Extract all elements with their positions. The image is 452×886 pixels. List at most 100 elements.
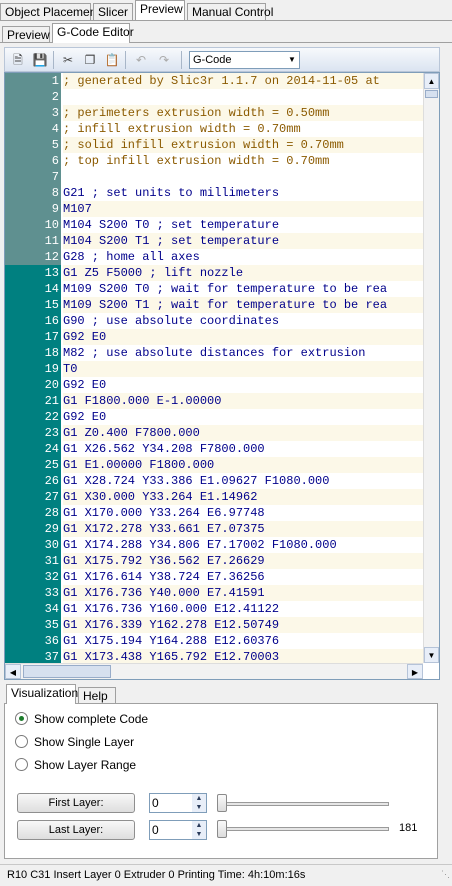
- code-text[interactable]: ; infill extrusion width = 0.70mm: [63, 121, 423, 137]
- code-line[interactable]: 29 G1 X172.278 Y33.661 E7.07375: [5, 521, 423, 537]
- cut-icon[interactable]: ✂: [60, 52, 76, 68]
- code-text[interactable]: G1 X176.614 Y38.724 E7.36256: [63, 569, 423, 585]
- tab-help[interactable]: Help: [78, 687, 116, 704]
- undo-icon[interactable]: ↶: [133, 52, 149, 68]
- last-layer-slider-thumb[interactable]: [217, 820, 227, 838]
- code-text[interactable]: G1 F1800.000 E-1.00000: [63, 393, 423, 409]
- code-line[interactable]: 21 G1 F1800.000 E-1.00000: [5, 393, 423, 409]
- code-line[interactable]: 13 G1 Z5 F5000 ; lift nozzle: [5, 265, 423, 281]
- code-line[interactable]: 28 G1 X170.000 Y33.264 E6.97748: [5, 505, 423, 521]
- code-line[interactable]: 17 G92 E0: [5, 329, 423, 345]
- first-layer-slider-track[interactable]: [219, 802, 389, 806]
- code-text[interactable]: M107: [63, 201, 423, 217]
- code-text[interactable]: G92 E0: [63, 409, 423, 425]
- code-line[interactable]: 2: [5, 89, 423, 105]
- code-line[interactable]: 35 G1 X176.339 Y162.278 E12.50749: [5, 617, 423, 633]
- code-line[interactable]: 12 G28 ; home all axes: [5, 249, 423, 265]
- code-line[interactable]: 30 G1 X174.288 Y34.806 E7.17002 F1080.000: [5, 537, 423, 553]
- code-text[interactable]: G1 X172.278 Y33.661 E7.07375: [63, 521, 423, 537]
- code-line[interactable]: 8 G21 ; set units to millimeters: [5, 185, 423, 201]
- code-line[interactable]: 33 G1 X176.736 Y40.000 E7.41591: [5, 585, 423, 601]
- spin-up-icon[interactable]: ▲: [192, 821, 206, 830]
- code-text[interactable]: G92 E0: [63, 377, 423, 393]
- code-line[interactable]: 23 G1 Z0.400 F7800.000: [5, 425, 423, 441]
- tab-object-placement[interactable]: Object Placement: [0, 3, 100, 20]
- gcode-editor[interactable]: 1 ; generated by Slic3r 1.1.7 on 2014-11-…: [4, 72, 440, 680]
- code-text[interactable]: ; solid infill extrusion width = 0.70mm: [63, 137, 423, 153]
- code-text[interactable]: ; perimeters extrusion width = 0.50mm: [63, 105, 423, 121]
- code-line[interactable]: 1 ; generated by Slic3r 1.1.7 on 2014-11-…: [5, 73, 423, 89]
- code-line[interactable]: 4 ; infill extrusion width = 0.70mm: [5, 121, 423, 137]
- spin-down-icon[interactable]: ▼: [192, 830, 206, 839]
- chevron-down-icon[interactable]: ▼: [285, 52, 299, 68]
- code-line[interactable]: 24 G1 X26.562 Y34.208 F7800.000: [5, 441, 423, 457]
- code-line[interactable]: 27 G1 X30.000 Y33.264 E1.14962: [5, 489, 423, 505]
- scroll-up-icon[interactable]: ▲: [424, 73, 439, 89]
- scroll-right-icon[interactable]: ▶: [407, 664, 423, 679]
- first-layer-slider-thumb[interactable]: [217, 794, 227, 812]
- code-line[interactable]: 9 M107: [5, 201, 423, 217]
- radio-unselected-icon[interactable]: [15, 735, 28, 748]
- tab-preview[interactable]: Preview: [135, 0, 185, 20]
- code-text[interactable]: G1 X175.792 Y36.562 E7.26629: [63, 553, 423, 569]
- code-text[interactable]: G1 X176.339 Y162.278 E12.50749: [63, 617, 423, 633]
- code-text[interactable]: G1 X174.288 Y34.806 E7.17002 F1080.000: [63, 537, 423, 553]
- code-text[interactable]: G1 X26.562 Y34.208 F7800.000: [63, 441, 423, 457]
- radio-selected-icon[interactable]: [15, 712, 28, 725]
- code-text[interactable]: G28 ; home all axes: [63, 249, 423, 265]
- code-text[interactable]: G1 E1.00000 F1800.000: [63, 457, 423, 473]
- code-text[interactable]: G21 ; set units to millimeters: [63, 185, 423, 201]
- code-text[interactable]: G1 Z5 F5000 ; lift nozzle: [63, 265, 423, 281]
- first-layer-button[interactable]: First Layer:: [17, 793, 135, 813]
- vertical-scrollbar[interactable]: ▲ ▼: [423, 73, 439, 663]
- code-line[interactable]: 26 G1 X28.724 Y33.386 E1.09627 F1080.000: [5, 473, 423, 489]
- spin-down-icon[interactable]: ▼: [192, 803, 206, 812]
- code-text[interactable]: G1 X176.736 Y160.000 E12.41122: [63, 601, 423, 617]
- last-layer-slider-track[interactable]: [219, 827, 389, 831]
- radio-show-single-layer[interactable]: Show Single Layer: [15, 735, 134, 749]
- code-text[interactable]: M109 S200 T0 ; wait for temperature to b…: [63, 281, 423, 297]
- code-line[interactable]: 11 M104 S200 T1 ; set temperature: [5, 233, 423, 249]
- code-line[interactable]: 15 M109 S200 T1 ; wait for temperature to…: [5, 297, 423, 313]
- code-text[interactable]: M82 ; use absolute distances for extrusi…: [63, 345, 423, 361]
- code-text[interactable]: G92 E0: [63, 329, 423, 345]
- paste-icon[interactable]: 📋: [104, 52, 120, 68]
- code-text[interactable]: T0: [63, 361, 423, 377]
- code-text[interactable]: G1 X176.736 Y40.000 E7.41591: [63, 585, 423, 601]
- resize-grip-icon[interactable]: ⋱: [441, 864, 450, 884]
- code-line[interactable]: 32 G1 X176.614 Y38.724 E7.36256: [5, 569, 423, 585]
- tab-visualization[interactable]: Visualization: [6, 684, 78, 704]
- code-text[interactable]: G1 X175.194 Y164.288 E12.60376: [63, 633, 423, 649]
- code-line[interactable]: 20 G92 E0: [5, 377, 423, 393]
- radio-unselected-icon[interactable]: [15, 758, 28, 771]
- scroll-down-icon[interactable]: ▼: [424, 647, 439, 663]
- spin-up-icon[interactable]: ▲: [192, 794, 206, 803]
- code-text[interactable]: G1 Z0.400 F7800.000: [63, 425, 423, 441]
- copy-icon[interactable]: ❐: [82, 52, 98, 68]
- code-line[interactable]: 36 G1 X175.194 Y164.288 E12.60376: [5, 633, 423, 649]
- code-line[interactable]: 5 ; solid infill extrusion width = 0.70mm: [5, 137, 423, 153]
- code-line[interactable]: 18 M82 ; use absolute distances for extru…: [5, 345, 423, 361]
- code-text[interactable]: G1 X170.000 Y33.264 E6.97748: [63, 505, 423, 521]
- code-text[interactable]: G1 X30.000 Y33.264 E1.14962: [63, 489, 423, 505]
- new-file-icon[interactable]: 🗎: [10, 52, 26, 68]
- tab-manual-control[interactable]: Manual Control: [187, 3, 273, 20]
- subtab-gcode-editor[interactable]: G-Code Editor: [52, 23, 134, 43]
- code-line[interactable]: 7: [5, 169, 423, 185]
- code-line[interactable]: 25 G1 E1.00000 F1800.000: [5, 457, 423, 473]
- last-layer-button[interactable]: Last Layer:: [17, 820, 135, 840]
- code-line[interactable]: 3 ; perimeters extrusion width = 0.50mm: [5, 105, 423, 121]
- horizontal-scrollbar[interactable]: ◀ ▶: [5, 663, 423, 679]
- code-text[interactable]: G90 ; use absolute coordinates: [63, 313, 423, 329]
- code-text[interactable]: M104 S200 T1 ; set temperature: [63, 233, 423, 249]
- code-line[interactable]: 10 M104 S200 T0 ; set temperature: [5, 217, 423, 233]
- code-text[interactable]: ; top infill extrusion width = 0.70mm: [63, 153, 423, 169]
- code-line[interactable]: 14 M109 S200 T0 ; wait for temperature to…: [5, 281, 423, 297]
- radio-show-layer-range[interactable]: Show Layer Range: [15, 758, 136, 772]
- code-lines[interactable]: 1 ; generated by Slic3r 1.1.7 on 2014-11-…: [5, 73, 423, 665]
- code-text[interactable]: ; generated by Slic3r 1.1.7 on 2014-11-0…: [63, 73, 423, 89]
- code-text[interactable]: G1 X28.724 Y33.386 E1.09627 F1080.000: [63, 473, 423, 489]
- language-select[interactable]: G-Code ▼: [189, 51, 300, 69]
- first-layer-spinner[interactable]: 0 ▲ ▼: [149, 793, 207, 813]
- subtab-preview[interactable]: Preview: [2, 26, 50, 43]
